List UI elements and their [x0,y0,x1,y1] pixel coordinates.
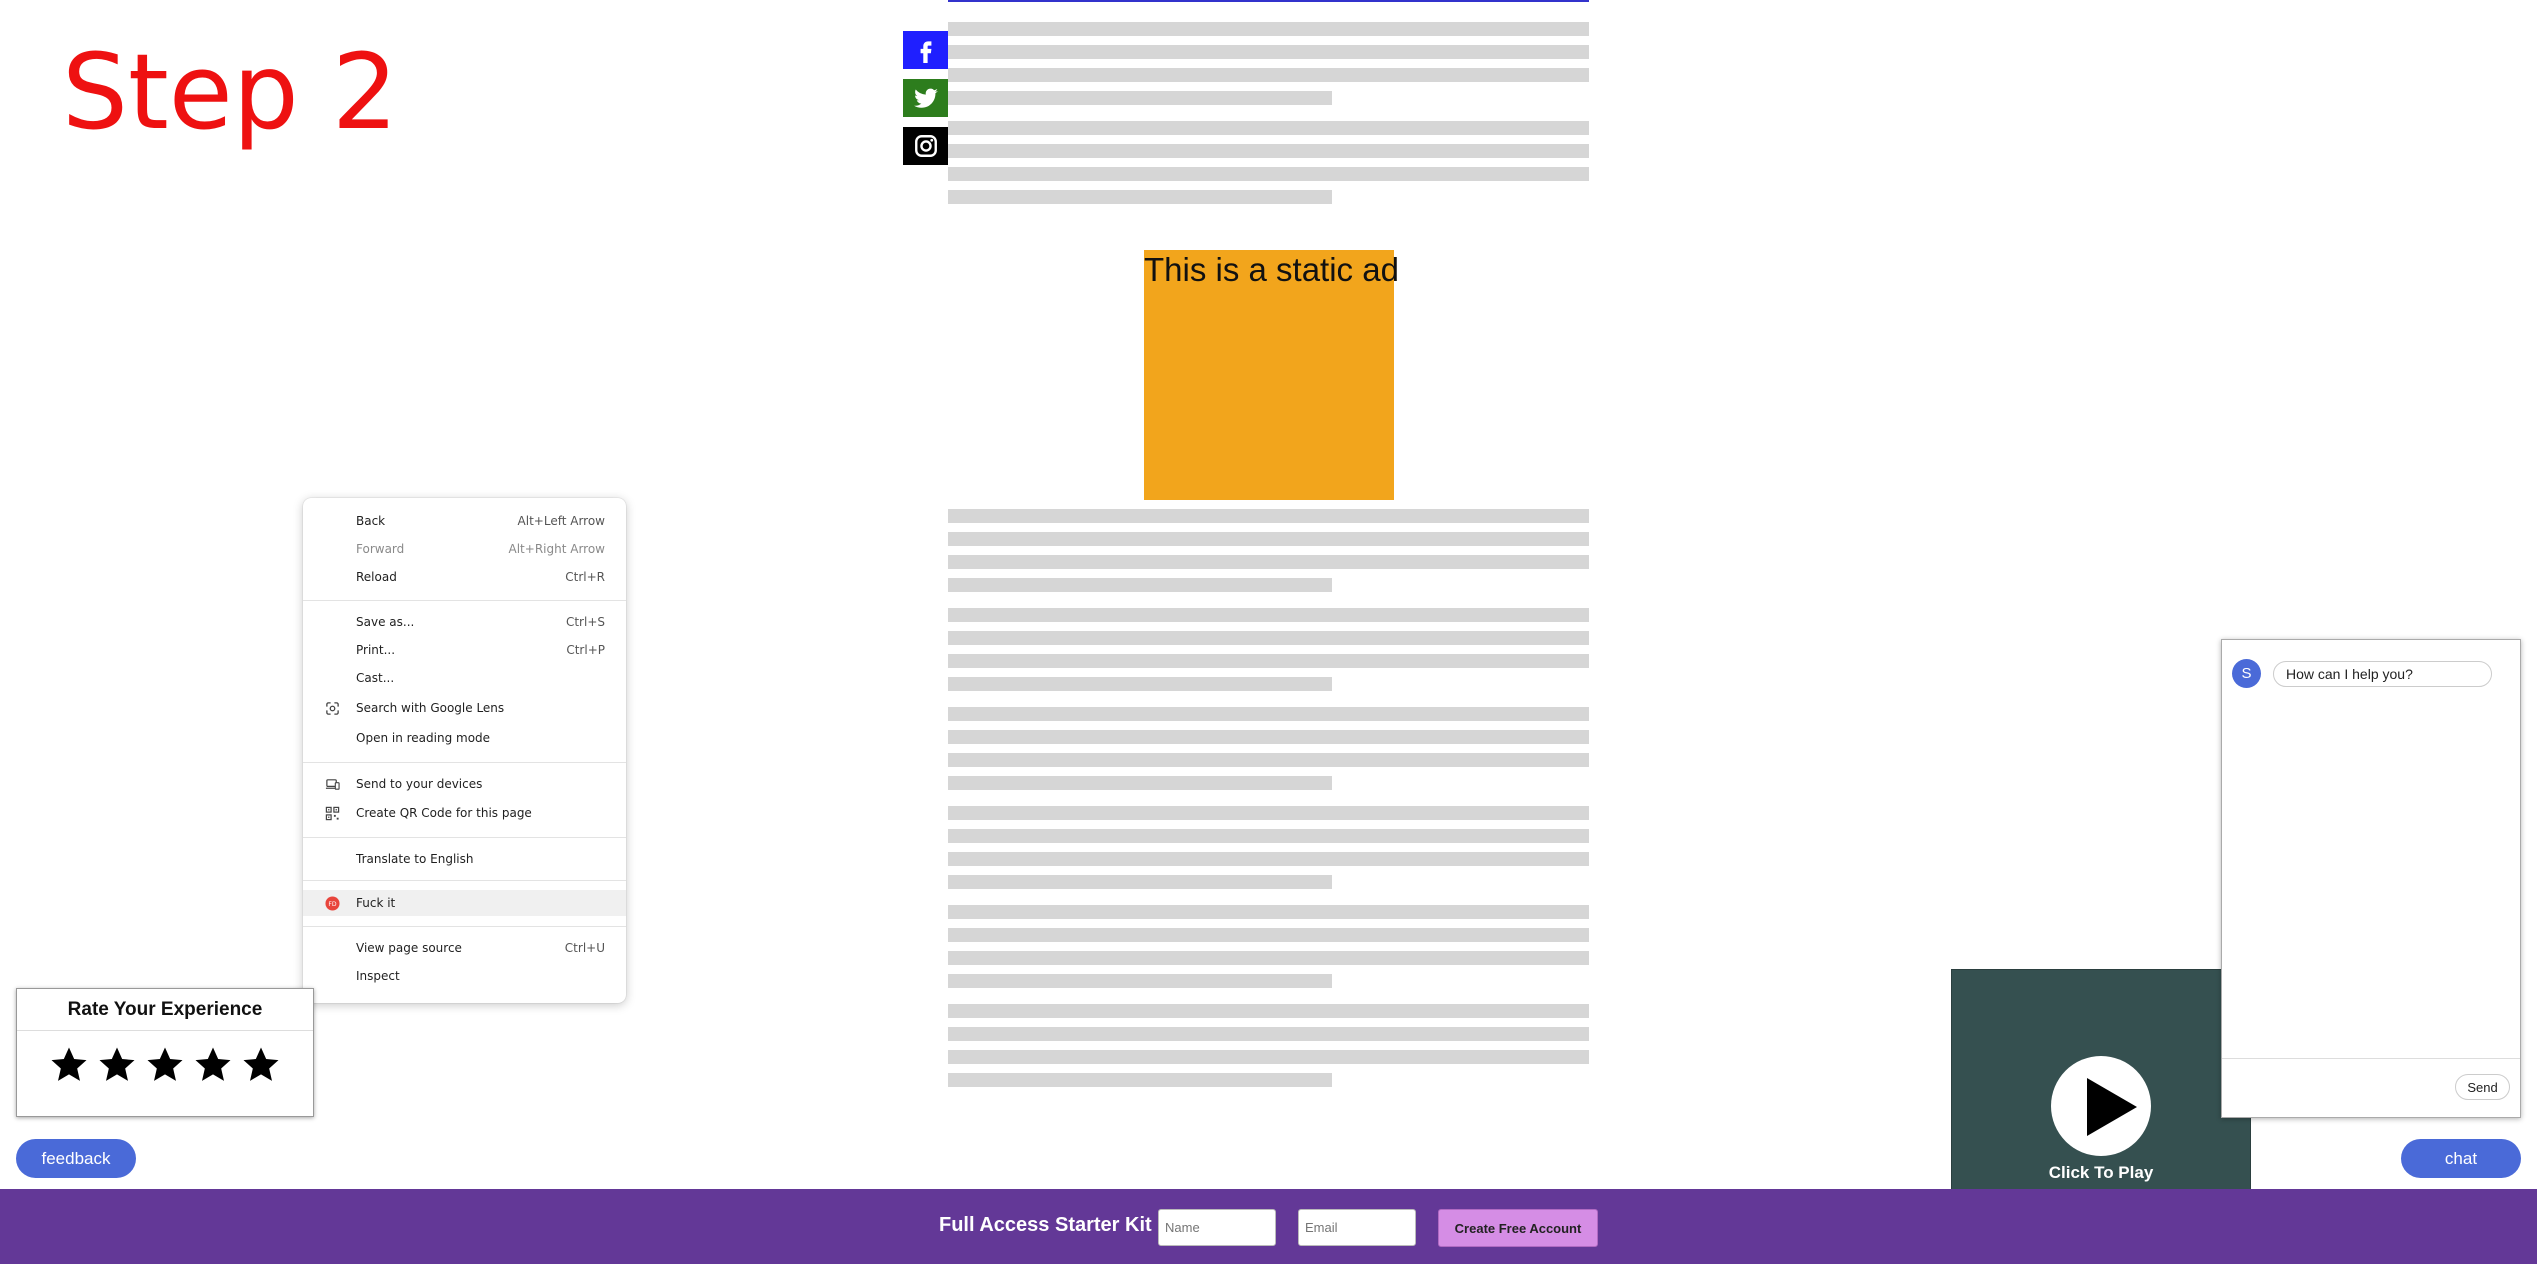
menu-item-forward: Forward Alt+Right Arrow [356,542,605,556]
ad-text: This is a static ad [1144,251,1399,288]
create-account-button[interactable]: Create Free Account [1438,1209,1598,1247]
menu-item-save-as[interactable]: Save as... Ctrl+S [303,609,626,635]
star-icon[interactable] [97,1045,137,1085]
menu-item-extension[interactable]: FD Fuck it [303,890,626,916]
signup-title: Full Access Starter Kit [939,1214,1152,1236]
twitter-icon [913,88,938,108]
menu-separator [303,600,626,601]
avatar: S [2232,659,2261,688]
text-block [948,1004,1589,1087]
top-divider [948,0,1589,2]
context-menu: Back Alt+Left Arrow Forward Alt+Right Arro… [303,498,626,1003]
rating-title: Rate Your Experience [17,989,313,1031]
static-ad[interactable]: This is a static ad [1144,250,1399,500]
menu-separator [303,926,626,927]
menu-item-send-to-devices[interactable]: Send to your devices [303,771,626,797]
feedback-button[interactable]: feedback [16,1139,136,1178]
instagram-share-button[interactable] [903,127,948,165]
star-icon[interactable] [145,1045,185,1085]
chat-divider [2222,1058,2520,1059]
text-block [948,707,1589,790]
star-icon[interactable] [241,1045,281,1085]
menu-item-reading-mode[interactable]: Open in reading mode [303,725,626,751]
menu-item-view-source[interactable]: View page source Ctrl+U [303,935,626,961]
menu-separator [303,762,626,763]
step-label: Step 2 [62,31,399,153]
devices-icon [325,779,340,790]
menu-item-reload[interactable]: Reload Ctrl+R [303,564,626,590]
facebook-icon [920,41,931,63]
twitter-share-button[interactable] [903,79,948,117]
menu-item-qr-code[interactable]: Create QR Code for this page [303,800,626,826]
chat-message: How can I help you? [2273,661,2492,687]
google-lens-icon [326,702,339,715]
menu-item-inspect[interactable]: Inspect [303,963,626,989]
instagram-icon [914,135,937,157]
star-rating [17,1031,313,1085]
chat-panel: S How can I help you? Send [2221,639,2521,1118]
name-field[interactable] [1158,1209,1276,1246]
send-button[interactable]: Send [2455,1074,2510,1100]
menu-separator [303,837,626,838]
menu-item-translate[interactable]: Translate to English [303,846,626,872]
chat-button[interactable]: chat [2401,1139,2521,1178]
play-button[interactable] [2051,1056,2151,1156]
menu-item-cast[interactable]: Cast... [303,665,626,691]
svg-text:FD: FD [328,901,336,908]
menu-separator [303,880,626,881]
facebook-share-button[interactable] [903,31,948,69]
video-player[interactable]: Click To Play [1951,969,2251,1191]
menu-item-google-lens[interactable]: Search with Google Lens [303,695,626,721]
text-block [948,905,1589,988]
menu-item-print[interactable]: Print... Ctrl+P [303,637,626,663]
text-block [948,509,1589,592]
star-icon[interactable] [193,1045,233,1085]
article-placeholder [948,22,1589,1103]
text-block [948,121,1589,204]
text-block [948,22,1589,105]
text-block [948,806,1589,889]
qr-code-icon [325,806,340,821]
rating-widget: Rate Your Experience [16,988,314,1117]
email-field[interactable] [1298,1209,1416,1246]
star-icon[interactable] [49,1045,89,1085]
text-block [948,608,1589,691]
menu-item-back[interactable]: Back Alt+Left Arrow [303,508,626,534]
play-icon [2087,1078,2137,1136]
video-label: Click To Play [2048,1163,2154,1182]
extension-icon: FD [325,896,340,911]
signup-bar: Full Access Starter Kit Create Free Acco… [0,1189,2537,1264]
